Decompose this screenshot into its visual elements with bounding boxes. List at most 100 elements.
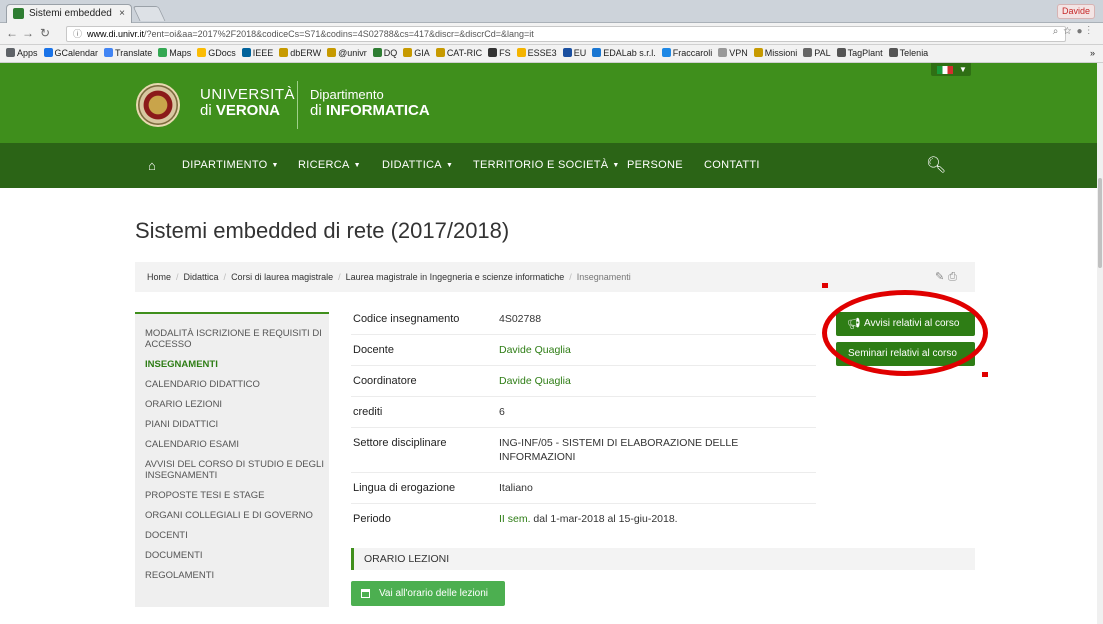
page-scrollbar[interactable]	[1097, 63, 1103, 624]
bookmark-item[interactable]: Missioni	[753, 45, 797, 62]
bookmark-item[interactable]: GDocs	[197, 45, 236, 62]
nav-item-persone[interactable]: PERSONE	[627, 143, 683, 188]
bookmark-item[interactable]: DQ	[372, 45, 397, 62]
sidebar-item[interactable]: DOCENTI	[145, 526, 329, 546]
bookmark-item[interactable]: TagPlant	[836, 45, 883, 62]
browser-tab[interactable]: Sistemi embedded ×	[6, 4, 132, 23]
coordinatore-link[interactable]: Davide Quaglia	[499, 374, 816, 388]
sidebar-item[interactable]: REGOLAMENTI	[145, 566, 329, 586]
site-info-icon[interactable]: ⓘ	[73, 27, 82, 41]
language-selector[interactable]: ▼	[931, 63, 971, 76]
bookmark-favicon-icon	[488, 48, 498, 57]
periodo-semester-link[interactable]: II sem.	[499, 513, 531, 525]
forward-arrow-icon[interactable]: →	[22, 26, 34, 40]
bookmark-label: GDocs	[208, 48, 236, 58]
university-name[interactable]: UNIVERSITÀ di VERONA	[200, 87, 295, 119]
breadcrumb-item: Insegnamenti	[576, 272, 631, 282]
edit-print-icons[interactable]: ✎⎙	[935, 262, 961, 292]
breadcrumb-separator: /	[176, 272, 179, 282]
bookmark-item[interactable]: Maps	[158, 45, 191, 62]
bookmark-favicon-icon	[592, 48, 602, 57]
docente-link[interactable]: Davide Quaglia	[499, 343, 816, 357]
bookmark-label: Maps	[169, 48, 192, 58]
scrollbar-thumb[interactable]	[1098, 178, 1102, 268]
bookmark-label: Apps	[17, 48, 38, 58]
bookmark-item[interactable]: GCalendar	[43, 45, 99, 62]
nav-item-ricerca[interactable]: RICERCA ▼	[298, 143, 361, 188]
bookmark-item[interactable]: PAL	[803, 45, 831, 62]
bookmark-item[interactable]: GIA	[403, 45, 430, 62]
bookmark-item[interactable]: FS	[488, 45, 511, 62]
sidebar-item[interactable]: ORGANI COLLEGIALI E DI GOVERNO	[145, 506, 329, 526]
bookmark-item[interactable]: VPN	[718, 45, 748, 62]
tab-close-icon[interactable]: ×	[119, 5, 125, 22]
bookmark-item[interactable]: CAT-RIC	[435, 45, 482, 62]
university-name-bold: VERONA	[215, 102, 281, 119]
breadcrumb-separator: /	[338, 272, 341, 282]
university-seal-logo[interactable]	[136, 83, 180, 127]
bookmark-item[interactable]: IEEE	[241, 45, 273, 62]
sidebar-item[interactable]: ORARIO LEZIONI	[145, 395, 329, 415]
bookmark-favicon-icon	[6, 48, 15, 57]
nav-item-dipartimento[interactable]: DIPARTIMENTO ▼	[182, 143, 279, 188]
bookmark-item[interactable]: EU	[562, 45, 586, 62]
bookmarks-overflow-icon[interactable]: »	[1090, 45, 1095, 62]
university-name-prefix: di	[200, 102, 216, 119]
calendar-icon	[361, 589, 370, 598]
reload-icon[interactable]: ↻	[40, 26, 50, 40]
bookmark-label: Telenia	[899, 48, 929, 58]
course-sidebar: MODALITÀ ISCRIZIONE E REQUISITI DI ACCES…	[135, 312, 329, 607]
search-icon[interactable]: 🔍︎	[926, 143, 947, 188]
sidebar-item[interactable]: DOCUMENTI	[145, 546, 329, 566]
caret-down-icon: ▼	[271, 162, 279, 169]
home-icon[interactable]: ⌂	[148, 143, 156, 188]
new-tab-button[interactable]	[132, 6, 166, 21]
nav-item-label: PERSONE	[627, 159, 683, 171]
sidebar-item[interactable]: CALENDARIO ESAMI	[145, 435, 329, 455]
bookmark-favicon-icon	[888, 48, 898, 57]
detail-row-lingua: Lingua di erogazione Italiano	[351, 473, 816, 504]
bookmark-favicon-icon	[562, 48, 572, 57]
bookmark-item[interactable]: ESSE3	[516, 45, 557, 62]
breadcrumb-item[interactable]: Corsi di laurea magistrale	[231, 272, 333, 282]
breadcrumb-separator: /	[569, 272, 572, 282]
bookmark-item[interactable]: EDALab s.r.l.	[592, 45, 656, 62]
browser-tab-bar: Sistemi embedded × Davide	[0, 0, 1103, 23]
bookmark-label: GCalendar	[54, 48, 99, 58]
browser-toolbar: ← → ↻ ⓘ www.di.univr.it/?ent=oi&aa=2017%…	[0, 23, 1103, 45]
bookmark-item[interactable]: Telenia	[888, 45, 929, 62]
sidebar-item[interactable]: INSEGNAMENTI	[145, 355, 329, 375]
profile-user-button[interactable]: Davide	[1056, 4, 1095, 19]
sidebar-item[interactable]: AVVISI DEL CORSO DI STUDIO E DEGLI INSEG…	[145, 455, 329, 486]
bookmark-item[interactable]: Fraccaroli	[661, 45, 712, 62]
department-name[interactable]: Dipartimento di INFORMATICA	[310, 87, 430, 119]
bookmark-item[interactable]: dbERW	[279, 45, 321, 62]
docente-label: Docente	[353, 344, 394, 356]
nav-item-didattica[interactable]: DIDATTICA ▼	[382, 143, 453, 188]
header-divider	[297, 81, 298, 129]
url-path: /?ent=oi&aa=2017%2F2018&codiceCs=S71&cod…	[144, 29, 534, 39]
sidebar-item[interactable]: PROPOSTE TESI E STAGE	[145, 486, 329, 506]
bookmark-favicon-icon	[43, 48, 53, 57]
extension-icons[interactable]: ⌕☆●⋮	[1053, 26, 1095, 37]
lingua-label: Lingua di erogazione	[353, 482, 456, 494]
bookmark-item[interactable]: Translate	[104, 45, 152, 62]
nav-item-territorio-e-societ[interactable]: TERRITORIO E SOCIETÀ ▼	[473, 143, 620, 188]
bookmark-item[interactable]: @univr	[327, 45, 367, 62]
sidebar-item[interactable]: PIANI DIDATTICI	[145, 415, 329, 435]
codice-label: Codice insegnamento	[353, 313, 460, 325]
breadcrumb-item[interactable]: Laurea magistrale in Ingegneria e scienz…	[346, 272, 565, 282]
bookmark-favicon-icon	[836, 48, 846, 57]
view-schedule-button[interactable]: Vai all'orario delle lezioni	[351, 581, 505, 606]
url-host: www.di.univr.it	[87, 29, 145, 39]
breadcrumb-item[interactable]: Didattica	[184, 272, 219, 282]
nav-item-contatti[interactable]: CONTATTI	[704, 143, 760, 188]
bookmark-item[interactable]: Apps	[6, 45, 38, 62]
sidebar-item[interactable]: MODALITÀ ISCRIZIONE E REQUISITI DI ACCES…	[145, 324, 329, 355]
back-arrow-icon[interactable]: ←	[6, 26, 18, 40]
breadcrumb-item[interactable]: Home	[147, 272, 171, 282]
url-bar[interactable]: ⓘ www.di.univr.it/?ent=oi&aa=2017%2F2018…	[66, 26, 1066, 42]
bookmark-favicon-icon	[158, 48, 168, 57]
bookmark-favicon-icon	[803, 48, 813, 57]
sidebar-item[interactable]: CALENDARIO DIDATTICO	[145, 375, 329, 395]
